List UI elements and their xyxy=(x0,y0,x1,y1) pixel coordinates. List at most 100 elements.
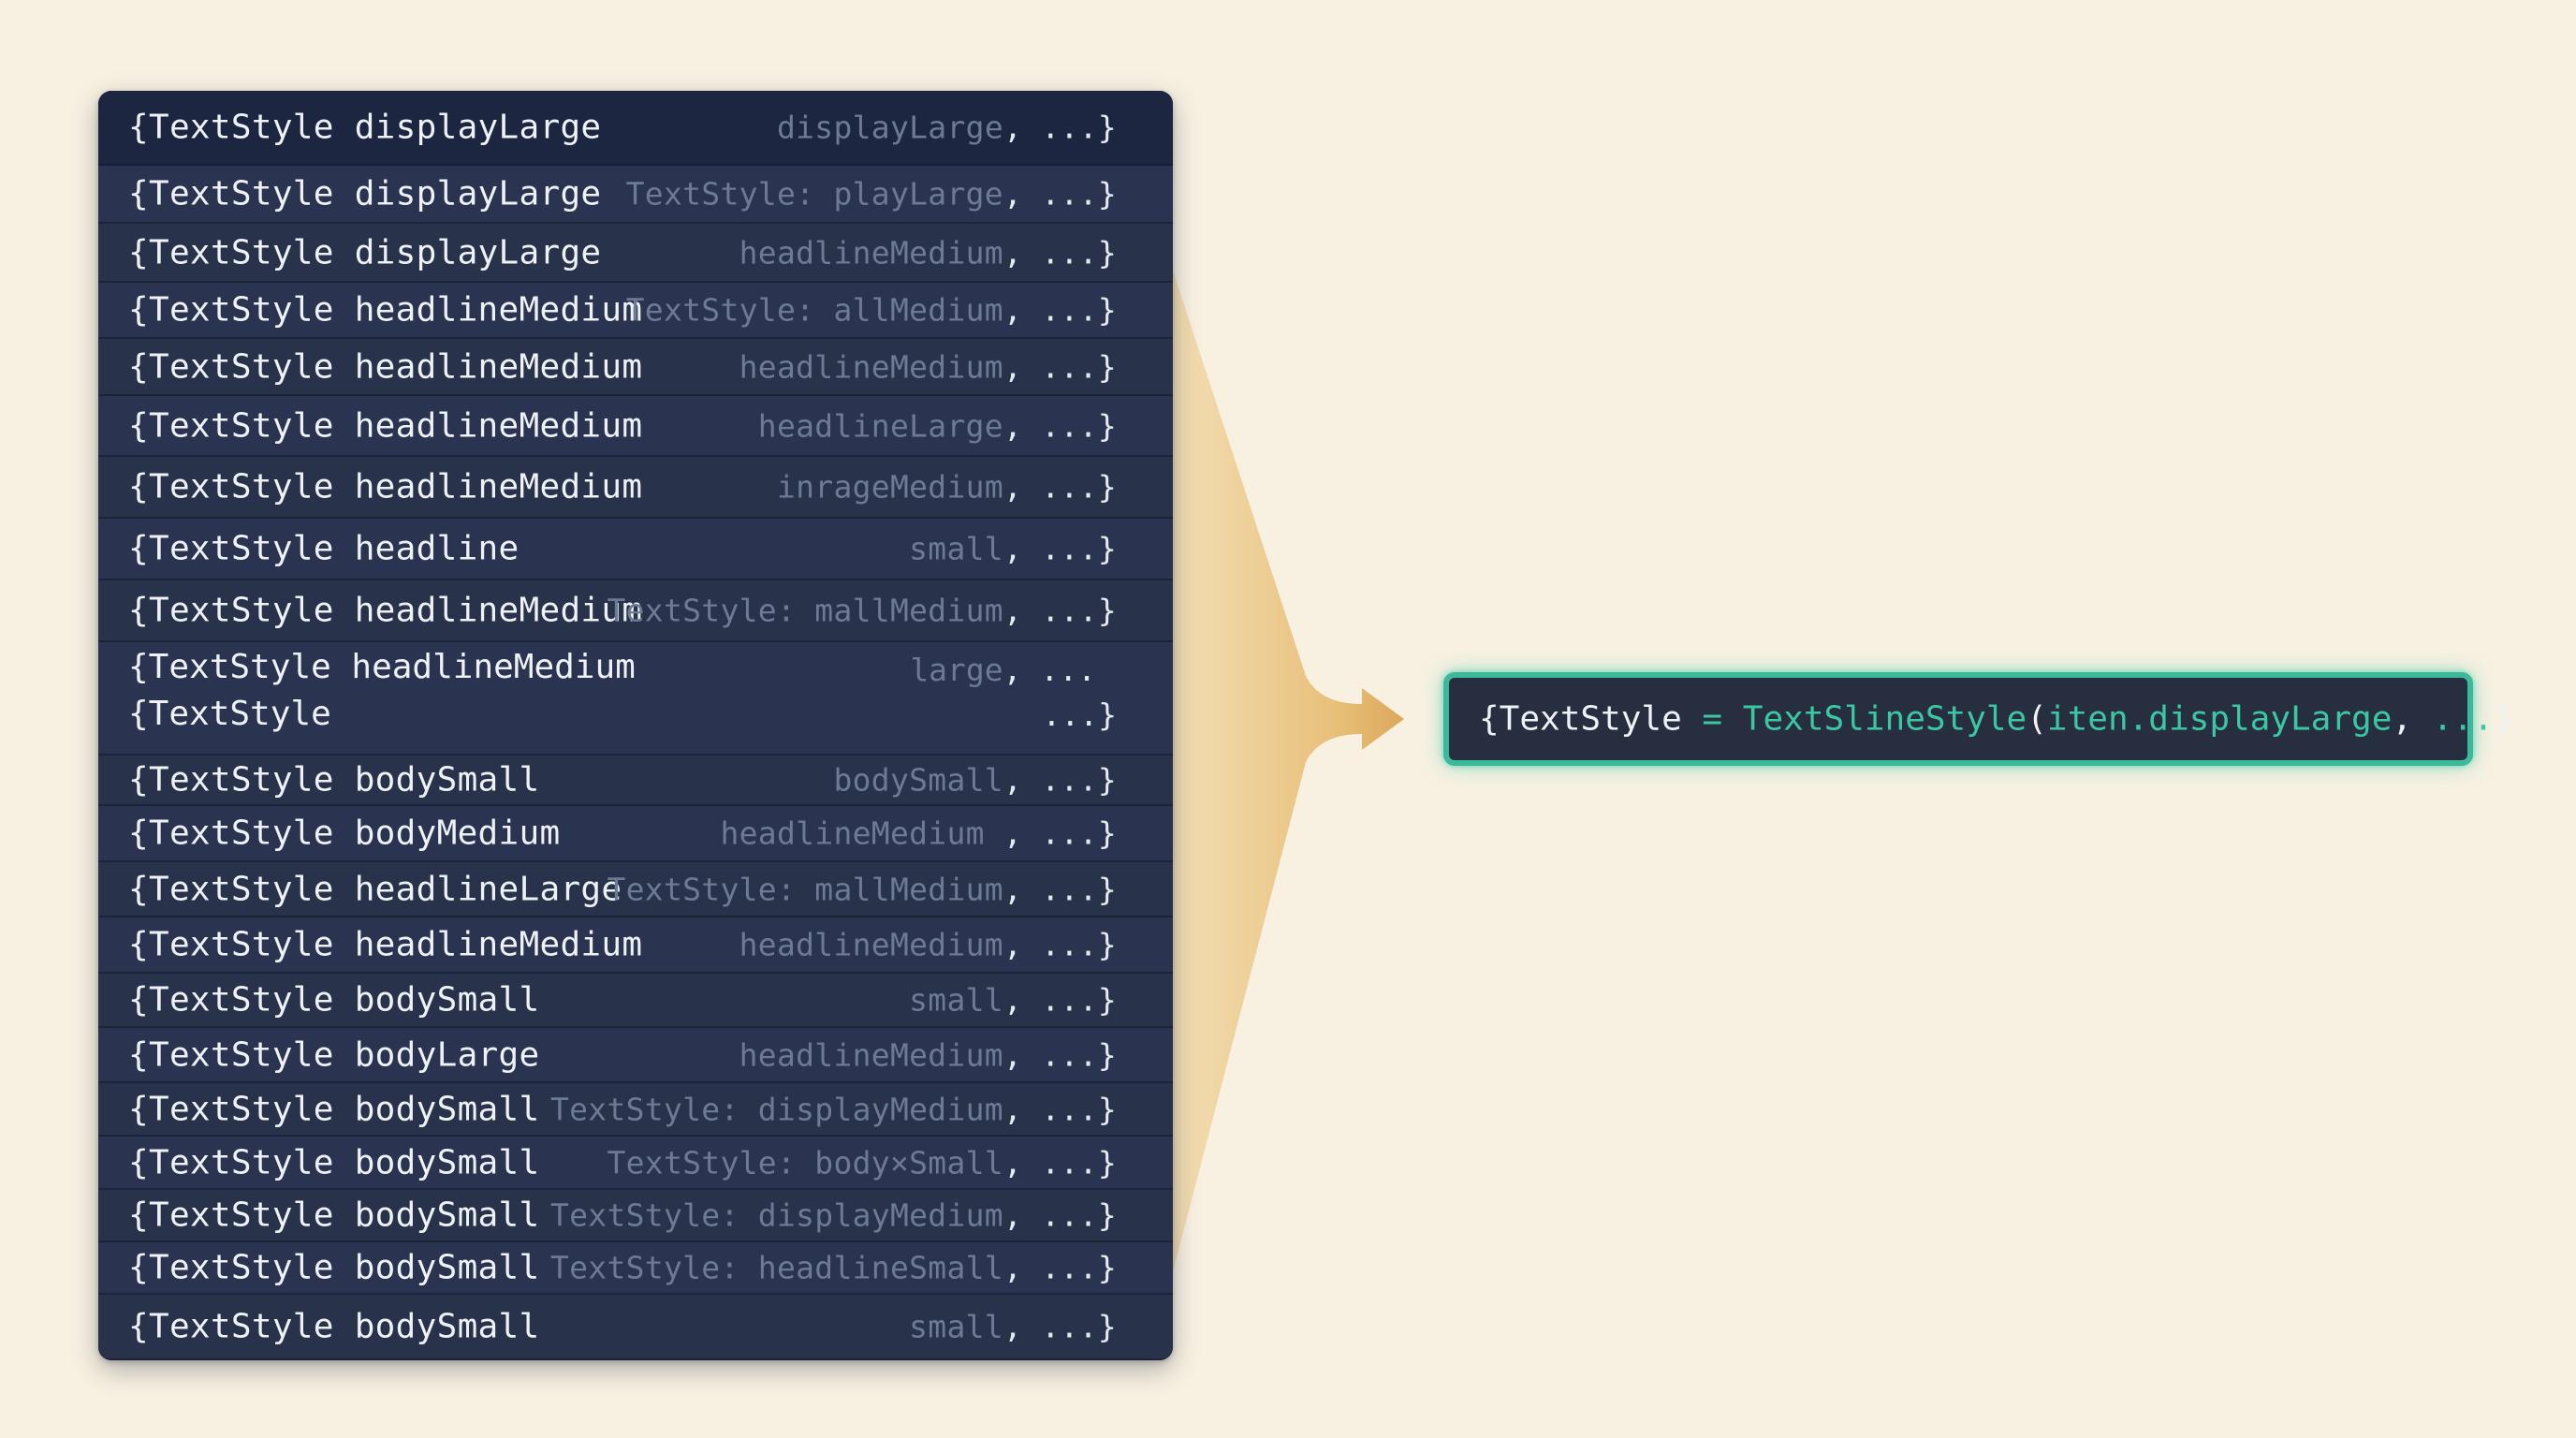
code-row-left: {TextStyle headline xyxy=(128,529,520,568)
result-token-comma: , xyxy=(2392,699,2433,739)
code-row-right-value: TextStyle: mallMedium xyxy=(607,871,1003,907)
code-row: {TextStyle bodySmall TextStyle: displayMe… xyxy=(98,1190,1173,1242)
code-row-right-value: TextStyle: displayMedium xyxy=(549,1091,1003,1127)
code-row-left: {TextStyle headlineMedium xyxy=(128,467,643,506)
code-row-right: headlineMedium, ...} xyxy=(739,234,1117,271)
code-row: {TextStyle headlineLarge TextStyle: mallM… xyxy=(98,862,1173,917)
code-row-right-end: , ...} xyxy=(1003,234,1117,271)
code-row: {TextStyle headlineMedium headlineMedium,… xyxy=(98,339,1173,396)
code-row-left-continued: {TextStyle xyxy=(128,695,331,733)
code-row-right-continued: ...} xyxy=(1042,697,1117,733)
code-row-right-value: headlineMedium xyxy=(739,926,1003,963)
code-row-right-value: TextStyle: allMedium xyxy=(625,291,1003,329)
code-row: {TextStyle displayLarge displayLarge, ...… xyxy=(98,91,1173,166)
code-row-left: {TextStyle bodySmall xyxy=(128,1090,540,1128)
result-token-paren: ( xyxy=(2027,699,2047,739)
code-row-right: TextStyle: displayMedium, ...} xyxy=(550,1091,1117,1127)
code-row-right-end: , ...} xyxy=(1003,175,1117,213)
code-row-right-end: , ...} xyxy=(1003,1308,1117,1345)
code-row-right-value: TextStyle: displayMedium xyxy=(549,1196,1003,1234)
code-row-left: {TextStyle bodySmall xyxy=(128,980,540,1020)
code-row-right-end: , ...} xyxy=(1003,1036,1117,1073)
code-row-left: {TextStyle bodyLarge xyxy=(128,1035,540,1074)
code-row: {TextStyle displayLarge TextStyle: playLa… xyxy=(98,166,1173,224)
code-row: {TextStyle headlineMedium headlineLarge, … xyxy=(98,396,1173,457)
result-token-textstyle: {TextStyle xyxy=(1479,699,1703,739)
code-row-right-value: TextStyle: body×Small xyxy=(607,1144,1003,1181)
code-row-left: {TextStyle displayLarge xyxy=(128,233,602,271)
result-token-ellipsis: ... xyxy=(2432,699,2494,739)
code-row-right-value: inrageMedium xyxy=(776,468,1003,506)
code-row-left: {TextStyle headlineMedium xyxy=(128,648,636,686)
code-row-right-value: headlineMedium xyxy=(739,234,1003,271)
code-row-right-end: , ...} xyxy=(1003,1091,1117,1127)
code-row: {TextStyle bodyMedium headlineMedium , ..… xyxy=(98,806,1173,862)
code-row-right-end: , ...} xyxy=(1003,291,1117,329)
code-row-right: headlineLarge, ...} xyxy=(758,407,1117,444)
code-row: {TextStyle headline small, ...} xyxy=(98,519,1173,580)
code-row-right: bodySmall, ...} xyxy=(833,762,1117,799)
code-row-right: TextStyle: allMedium, ...} xyxy=(626,292,1117,329)
code-row-right: TextStyle: mallMedium, ...} xyxy=(607,871,1117,907)
code-row-right-value: headlineLarge xyxy=(757,407,1003,444)
code-row-right: large, ... xyxy=(910,652,1096,688)
code-row-right-end: , ...} xyxy=(1003,348,1117,385)
code-row-right-end: , ...} xyxy=(1003,981,1117,1019)
code-row-right-end: , ...} xyxy=(1003,109,1117,146)
code-row: {TextStyle bodySmall small, ...} xyxy=(98,1295,1173,1360)
code-row-right-value: headlineMedium xyxy=(739,348,1003,385)
code-row-right-end: , ...} xyxy=(1003,592,1117,629)
code-row-right-value: headlineMedium xyxy=(739,1036,1003,1073)
code-row-right-value: small xyxy=(909,1308,1003,1345)
code-row: {TextStyle headlineMedium {TextStyle large… xyxy=(98,642,1173,756)
code-row-left: {TextStyle bodySmall xyxy=(128,1248,540,1287)
code-row-right: TextStyle: displayMedium, ...} xyxy=(550,1197,1117,1234)
result-token-close: } xyxy=(2493,699,2514,739)
code-row-left: {TextStyle displayLarge xyxy=(128,108,602,147)
code-row-left: {TextStyle bodyMedium xyxy=(128,814,561,853)
code-row-right: TextStyle: mallMedium, ...} xyxy=(607,593,1117,629)
code-row-right: TextStyle: body×Small, ...} xyxy=(607,1144,1117,1181)
code-row: {TextStyle bodySmall TextStyle: body×Smal… xyxy=(98,1137,1173,1190)
code-row: {TextStyle bodySmall bodySmall, ...} xyxy=(98,756,1173,806)
code-row: {TextStyle displayLarge headlineMedium, .… xyxy=(98,224,1173,283)
code-row-right: headlineMedium, ...} xyxy=(739,348,1117,385)
code-row-right-value: TextStyle: playLarge xyxy=(625,175,1003,213)
code-row-right: small, ...} xyxy=(909,1309,1117,1345)
result-token-function: TextSlineStyle xyxy=(1742,699,2027,739)
code-row-right-value: small xyxy=(909,981,1003,1019)
code-row-right-end: , ...} xyxy=(1003,1144,1117,1181)
code-row: {TextStyle bodySmall small, ...} xyxy=(98,974,1173,1028)
code-row-right: headlineMedium, ...} xyxy=(739,1036,1117,1073)
code-row-right: displayLarge, ...} xyxy=(777,110,1117,146)
code-row-left: {TextStyle headlineMedium xyxy=(128,925,643,964)
code-row-left: {TextStyle bodySmall xyxy=(128,1307,540,1346)
code-row-right: TextStyle: playLarge, ...} xyxy=(626,176,1117,213)
result-code-box: {TextStyle = TextSlineStyle(iten.display… xyxy=(1443,672,2513,766)
code-row: {TextStyle headlineMedium headlineMedium,… xyxy=(98,917,1173,974)
code-row-right-end: , ...} xyxy=(1003,761,1117,799)
code-row-right-end: , ...} xyxy=(1003,1196,1117,1234)
code-row-right: headlineMedium , ...} xyxy=(720,815,1117,852)
code-row-left: {TextStyle displayLarge xyxy=(128,174,602,213)
code-row-right-end: , ...} xyxy=(1003,407,1117,444)
code-row-right-end: , ...} xyxy=(1003,1249,1117,1286)
result-token-equals: = xyxy=(1702,699,1723,739)
code-row-right-end: , ... xyxy=(1003,652,1096,688)
code-row-right-value: TextStyle: headlineSmall xyxy=(549,1249,1003,1286)
code-row-right-value: TextStyle: mallMedium xyxy=(607,592,1003,629)
code-row-right: small, ...} xyxy=(909,982,1117,1019)
code-row-right-value: small xyxy=(909,530,1003,567)
code-row: {TextStyle headlineMedium inrageMedium, .… xyxy=(98,457,1173,519)
code-row-right-end: , ...} xyxy=(1003,871,1117,907)
code-row-left: {TextStyle headlineMedium xyxy=(128,290,643,330)
code-row: {TextStyle bodyLarge headlineMedium, ...} xyxy=(98,1028,1173,1083)
code-row-right-end: , ...} xyxy=(1003,468,1117,506)
code-row-left: {TextStyle bodySmall xyxy=(128,1196,540,1235)
code-row: {TextStyle headlineMedium TextStyle: mall… xyxy=(98,580,1173,642)
code-row-right: headlineMedium, ...} xyxy=(739,927,1117,963)
code-row-right-value: large xyxy=(910,652,1003,688)
code-row-right-end: , ...} xyxy=(1003,814,1117,852)
code-row-right: TextStyle: headlineSmall, ...} xyxy=(550,1250,1117,1286)
code-row: {TextStyle headlineMedium TextStyle: allM… xyxy=(98,283,1173,339)
